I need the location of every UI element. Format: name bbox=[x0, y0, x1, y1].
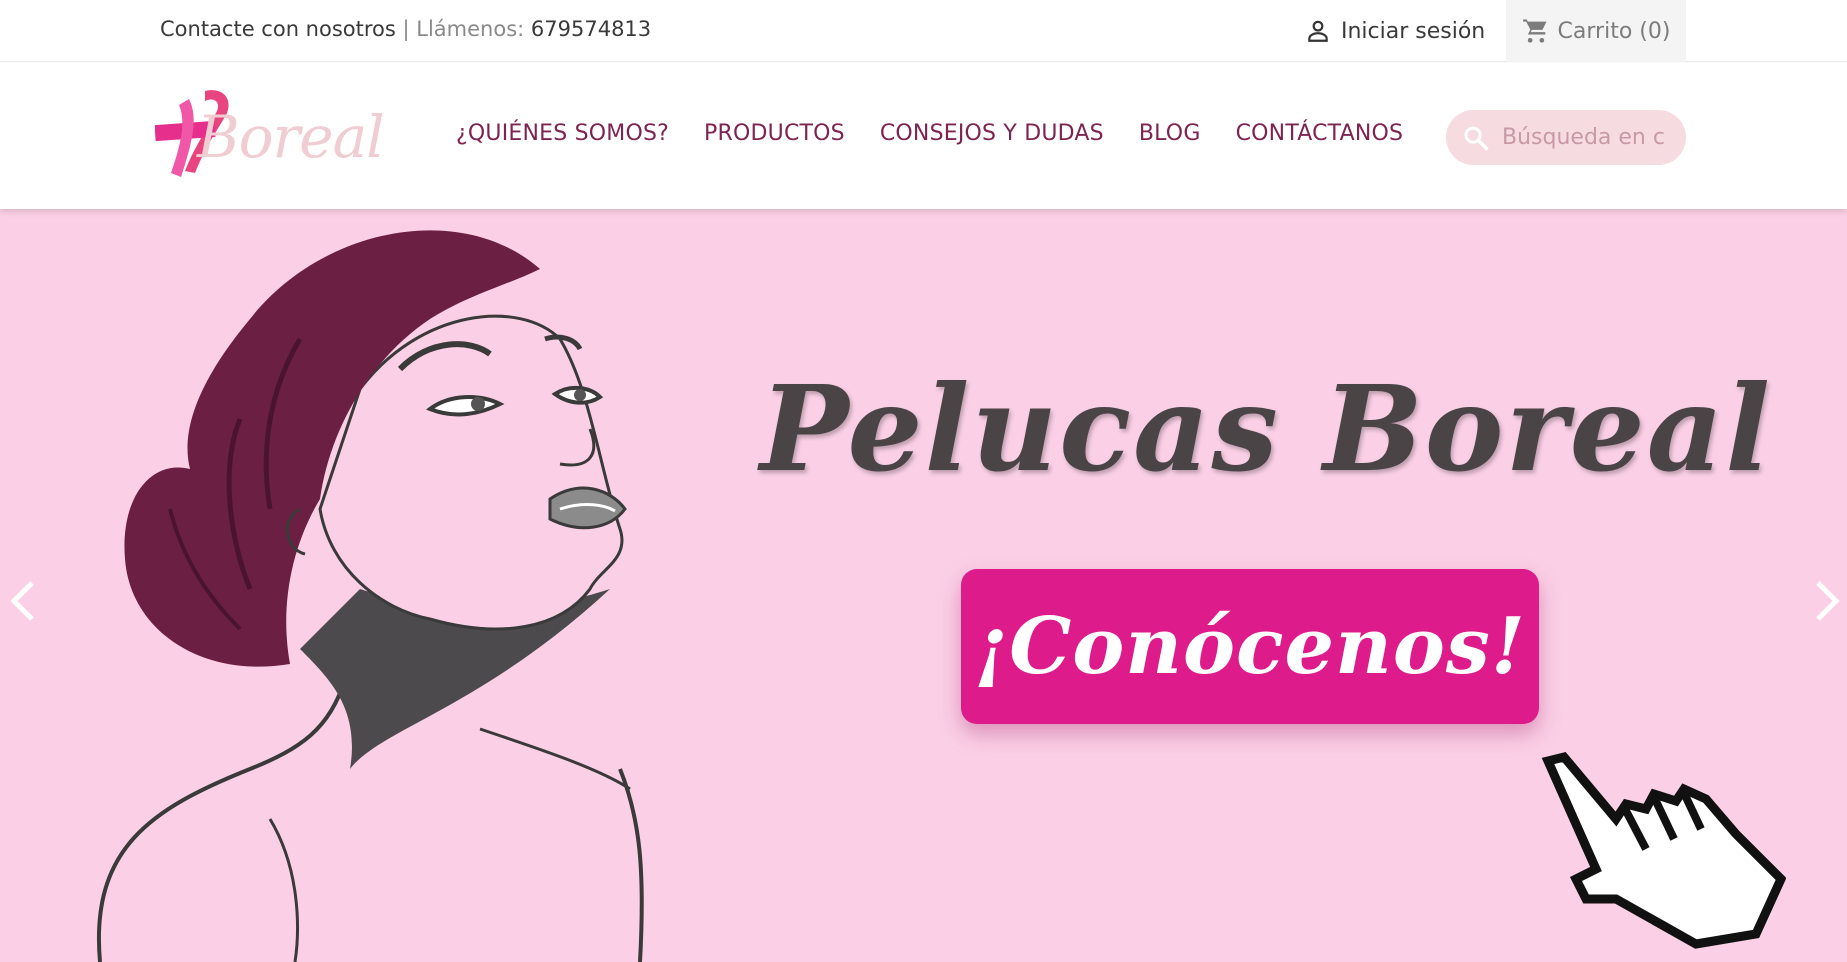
woman-illustration bbox=[0, 209, 700, 962]
cart-label: Carrito (0) bbox=[1557, 18, 1671, 44]
hand-pointer-icon bbox=[1541, 751, 1786, 949]
nav-item-blog[interactable]: BLOG bbox=[1139, 121, 1201, 146]
cta-button[interactable]: ¡Conócenos! bbox=[961, 569, 1539, 724]
logo-text: Boreal bbox=[197, 103, 385, 171]
search-input[interactable] bbox=[1502, 125, 1672, 150]
user-icon bbox=[1308, 20, 1328, 42]
cart-button[interactable]: Carrito (0) bbox=[1506, 0, 1686, 62]
logo[interactable]: Boreal bbox=[155, 85, 385, 185]
main-header: Boreal ¿QUIÉNES SOMOS? PRODUCTOS CONSEJO… bbox=[0, 63, 1847, 209]
chevron-right-icon[interactable] bbox=[1812, 579, 1842, 623]
cart-icon bbox=[1522, 19, 1547, 43]
hero-title: Pelucas Boreal bbox=[760, 359, 1773, 498]
login-link[interactable]: Iniciar sesión bbox=[1305, 14, 1485, 48]
nav-item-about[interactable]: ¿QUIÉNES SOMOS? bbox=[456, 121, 669, 146]
nav-item-products[interactable]: PRODUCTOS bbox=[704, 121, 845, 146]
contact-separator: | bbox=[395, 17, 417, 41]
phone-number: 679574813 bbox=[530, 17, 652, 41]
search-icon[interactable] bbox=[1462, 124, 1490, 152]
call-label: Llámenos: bbox=[416, 17, 531, 41]
hero-slider: Pelucas Boreal ¡Conócenos! bbox=[0, 209, 1847, 962]
search-box bbox=[1446, 110, 1686, 165]
main-nav: ¿QUIÉNES SOMOS? PRODUCTOS CONSEJOS Y DUD… bbox=[456, 121, 1403, 146]
chevron-left-icon[interactable] bbox=[8, 579, 38, 623]
contact-link[interactable]: Contacte con nosotros bbox=[160, 17, 396, 41]
nav-item-advice[interactable]: CONSEJOS Y DUDAS bbox=[880, 121, 1104, 146]
top-bar: Contacte con nosotros | Llámenos: 679574… bbox=[0, 0, 1847, 62]
nav-item-contact[interactable]: CONTÁCTANOS bbox=[1236, 121, 1404, 146]
login-label: Iniciar sesión bbox=[1341, 18, 1486, 44]
cta-label: ¡Conócenos! bbox=[973, 601, 1527, 692]
contact-info: Contacte con nosotros | Llámenos: 679574… bbox=[160, 17, 651, 41]
